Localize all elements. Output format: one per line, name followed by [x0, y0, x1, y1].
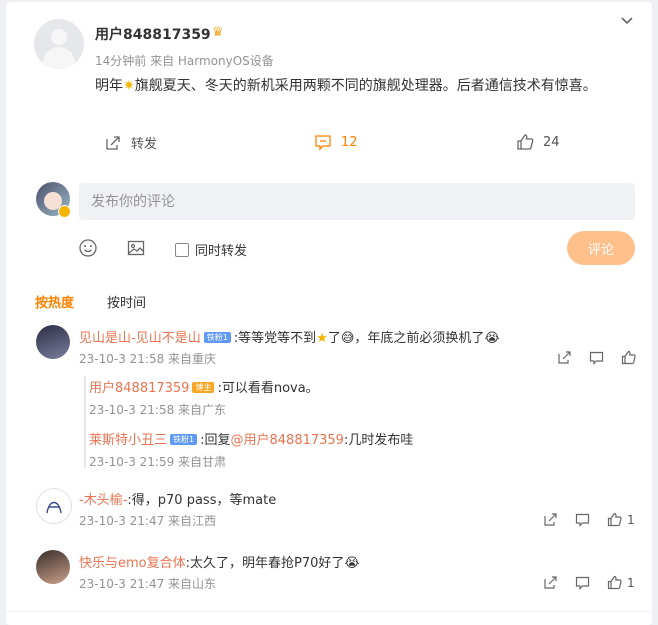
comment-input[interactable]: [79, 183, 633, 220]
comment-text: 快乐与emo复合体:太久了，明年春抢P70好了😭: [79, 552, 360, 571]
like-icon[interactable]: [607, 512, 622, 527]
like-count: 1: [627, 513, 635, 527]
comment-text-c: ，年底之前必须换机了: [354, 331, 485, 346]
sort-by-time[interactable]: 按时间: [107, 292, 146, 311]
reply-text: 莱斯特小丑三 铁粉1:回复@用户848817359:几时发布哇: [89, 429, 413, 448]
like-count: 1: [627, 576, 635, 590]
author-badge: 博主: [192, 382, 215, 393]
chevron-down-icon[interactable]: [620, 14, 634, 28]
crown-icon: ♛: [212, 25, 224, 40]
like-icon[interactable]: [621, 350, 636, 365]
commenter-name[interactable]: 快乐与emo复合体: [79, 556, 186, 571]
like-icon[interactable]: [607, 575, 622, 590]
thumbs-up-icon: [517, 134, 534, 150]
comment-icon: [315, 135, 331, 151]
commenter-avatar[interactable]: [36, 550, 70, 584]
post-text-before: 明年: [95, 78, 123, 94]
reply-author-name[interactable]: 莱斯特小丑三: [89, 433, 167, 448]
sort-by-hot[interactable]: 按热度: [35, 292, 74, 311]
sparkle-star-emoji: ✷: [123, 78, 135, 94]
author-username[interactable]: 用户848817359: [95, 24, 211, 44]
repost-checkbox-label: 同时转发: [195, 244, 248, 259]
comment-text: -木头榆-:得，p70 pass，等mate: [79, 489, 276, 508]
star-emoji: ★: [316, 331, 328, 346]
cry-emoji: 😭: [484, 331, 500, 346]
reply-author-name[interactable]: 用户848817359: [89, 381, 189, 396]
comment-text-b: 了: [327, 331, 341, 346]
post-meta: 14分钟前 来自 HarmonyOS设备: [95, 54, 274, 68]
reply-icon[interactable]: [575, 512, 590, 527]
commenter-avatar[interactable]: [36, 488, 72, 524]
like-count: 24: [543, 134, 560, 150]
reply-prefix: :回复: [200, 433, 231, 448]
repost-icon: [106, 135, 120, 150]
verified-badge-icon: [58, 205, 71, 218]
reply-icon[interactable]: [589, 350, 604, 365]
comment-content: :得，p70 pass，等mate: [127, 493, 277, 508]
reply-content: :可以看看nova。: [217, 381, 319, 396]
share-icon[interactable]: [557, 350, 572, 365]
commenter-name[interactable]: 见山是山-见山不是山: [79, 331, 201, 346]
comment-input-box[interactable]: [79, 183, 635, 220]
comment-meta: 23-10-3 21:47 来自江西: [79, 514, 217, 528]
reply-icon[interactable]: [575, 575, 590, 590]
repost-button[interactable]: 转发: [104, 133, 157, 152]
comment-text-a: :等等党等不到: [233, 331, 317, 346]
commenter-name[interactable]: -木头榆-: [79, 493, 127, 508]
fan-badge: 铁粉1: [203, 332, 231, 343]
comment-button[interactable]: 12: [314, 133, 358, 151]
divider: [6, 611, 652, 612]
comment-meta: 23-10-3 21:58 来自重庆: [79, 352, 217, 366]
weibo-post-card: 用户848817359 ♛ 14分钟前 来自 HarmonyOS设备 明年✷旗舰…: [6, 2, 652, 625]
repost-checkbox-row[interactable]: 同时转发: [175, 240, 247, 259]
reply-content: :几时发布哇: [343, 433, 414, 448]
post-text-after: 旗舰夏天、冬天的新机采用两颗不同的旗舰处理器。后者通信技术有惊喜。: [134, 78, 597, 94]
like-button[interactable]: 24: [516, 133, 560, 151]
mention-link[interactable]: @用户848817359: [231, 433, 344, 448]
comment-meta: 23-10-3 21:47 来自山东: [79, 577, 217, 591]
comment-text: 见山是山-见山不是山 铁粉1:等等党等不到★了😅，年底之前必须换机了😭: [79, 327, 500, 346]
reply-text: 用户848817359 博主:可以看看nova。: [89, 377, 319, 396]
image-icon[interactable]: [126, 238, 146, 258]
repost-label: 转发: [131, 137, 158, 152]
share-icon[interactable]: [543, 512, 558, 527]
reply-meta: 23-10-3 21:58 来自广东: [89, 403, 227, 417]
commenter-avatar[interactable]: [36, 325, 70, 359]
emoji-icon[interactable]: [78, 238, 98, 258]
reply-meta: 23-10-3 21:59 来自甘肃: [89, 455, 227, 469]
submit-comment-button[interactable]: 评论: [567, 231, 635, 265]
laugh-emoji: 😅: [340, 331, 355, 346]
comment-count: 12: [341, 134, 358, 150]
repost-checkbox[interactable]: [175, 242, 189, 257]
share-icon[interactable]: [543, 575, 558, 590]
cry-emoji: 😭: [344, 556, 360, 571]
fan-badge: 铁粉1: [170, 434, 198, 445]
author-avatar[interactable]: [34, 19, 84, 69]
post-text: 明年✷旗舰夏天、冬天的新机采用两颗不同的旗舰处理器。后者通信技术有惊喜。: [95, 75, 625, 98]
comment-content: :太久了，明年春抢P70好了: [185, 556, 345, 571]
